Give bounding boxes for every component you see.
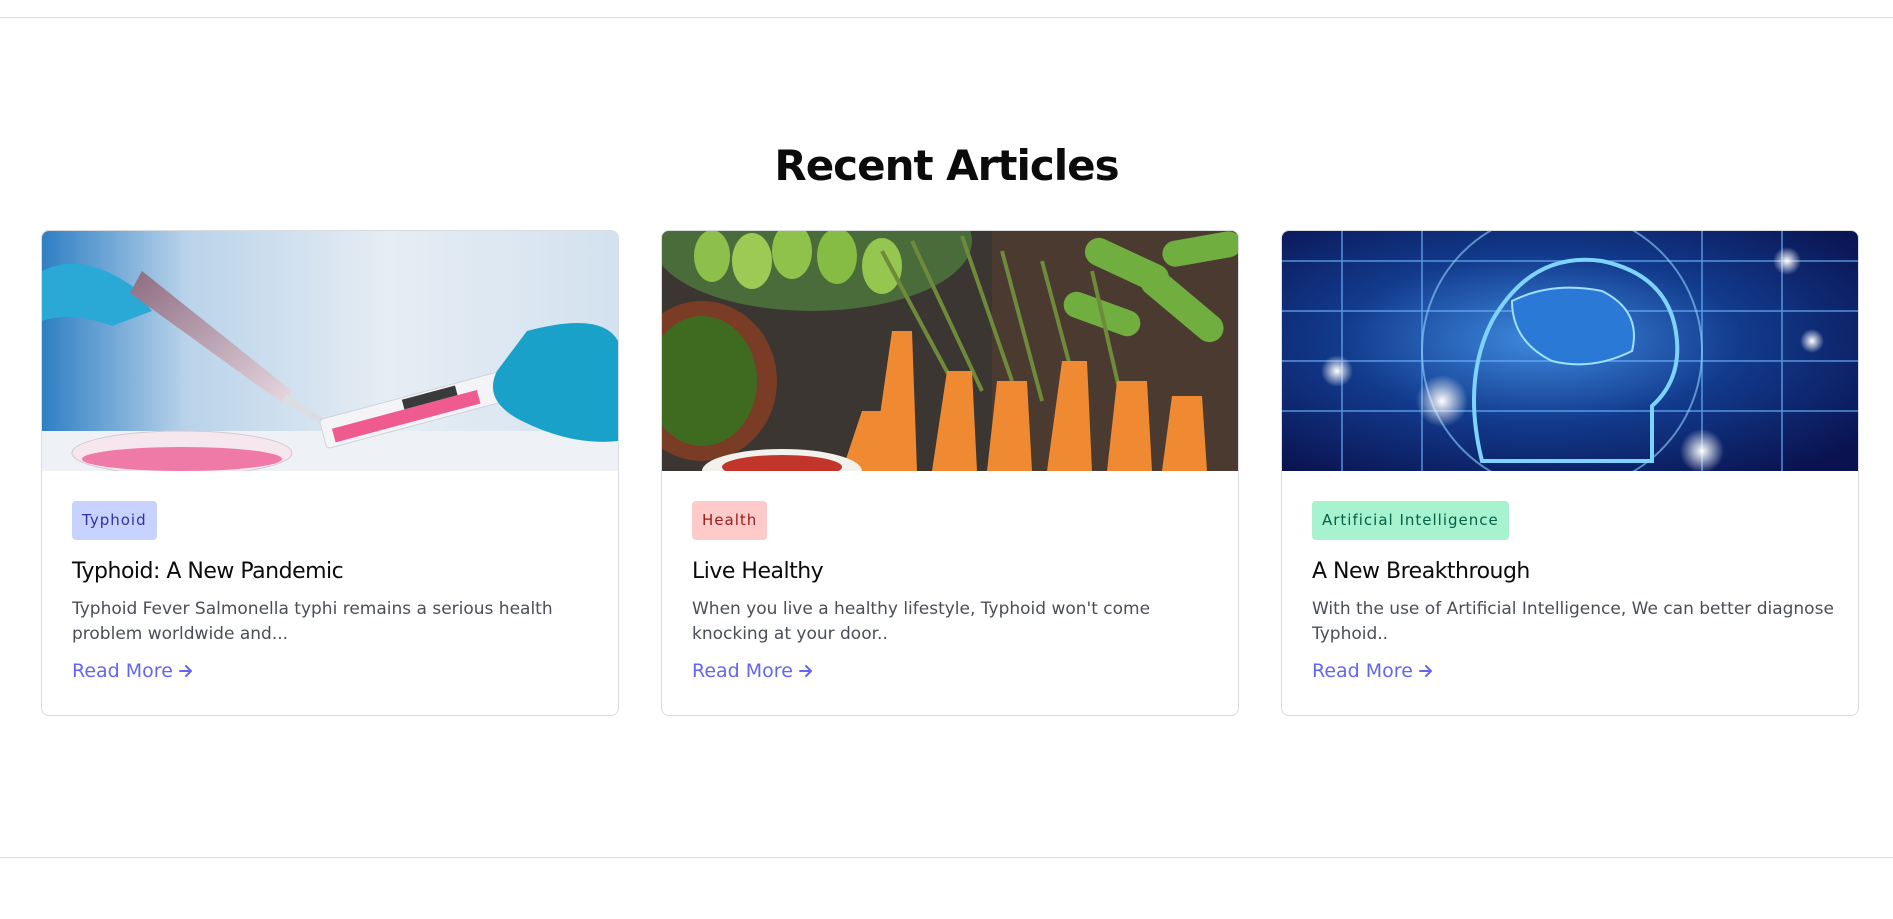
ai-brain-image [1282, 231, 1858, 471]
article-card: Artificial Intelligence A New Breakthrou… [1281, 230, 1859, 716]
read-more-link[interactable]: Read More [72, 657, 195, 685]
category-tag: Health [692, 501, 768, 540]
article-card: Health Live Healthy When you live a heal… [661, 230, 1239, 716]
arrow-right-icon [177, 662, 195, 680]
arrow-right-icon [797, 662, 815, 680]
category-tag: Artificial Intelligence [1312, 501, 1509, 540]
article-excerpt: With the use of Artificial Intelligence,… [1312, 599, 1834, 644]
category-tag: Typhoid [72, 501, 157, 540]
read-more-label: Read More [692, 660, 793, 682]
article-card: Typhoid Typhoid: A New Pandemic Typhoid … [41, 230, 619, 716]
article-title: A New Breakthrough [1312, 559, 1530, 584]
top-divider [0, 17, 1893, 18]
arrow-right-icon [1417, 662, 1435, 680]
article-excerpt: Typhoid Fever Salmonella typhi remains a… [72, 599, 553, 644]
articles-grid: Typhoid Typhoid: A New Pandemic Typhoid … [41, 230, 1859, 718]
article-title: Typhoid: A New Pandemic [72, 559, 344, 584]
lab-pipette-image [42, 231, 618, 471]
read-more-link[interactable]: Read More [1312, 657, 1435, 685]
section-title: Recent Articles [774, 141, 1119, 190]
read-more-label: Read More [72, 660, 173, 682]
read-more-link[interactable]: Read More [692, 657, 815, 685]
bottom-divider [0, 857, 1893, 858]
article-excerpt: When you live a healthy lifestyle, Typho… [692, 599, 1151, 644]
article-title: Live Healthy [692, 559, 824, 584]
vegetables-image [662, 231, 1238, 471]
read-more-label: Read More [1312, 660, 1413, 682]
